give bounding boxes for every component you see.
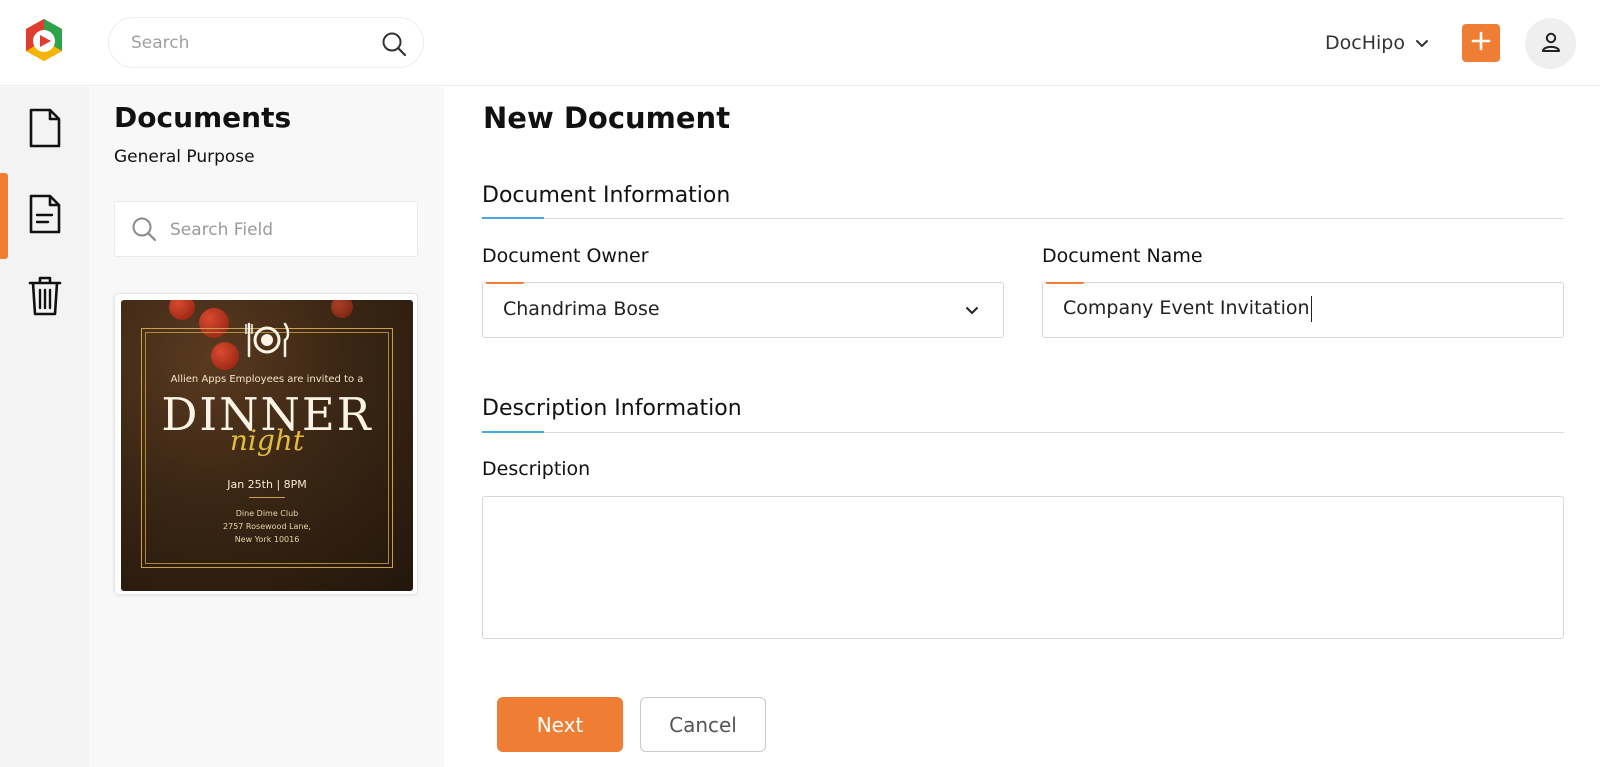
add-button[interactable] [1462, 24, 1500, 62]
search-icon[interactable] [381, 31, 407, 57]
field-search[interactable] [114, 201, 418, 257]
template-thumbnail: Allien Apps Employees are invited to a D… [121, 300, 413, 591]
document-owner-select[interactable]: Chandrima Bose [482, 282, 1004, 338]
left-rail [0, 87, 89, 767]
workspace-label: DocHipo [1325, 32, 1405, 54]
section-divider [482, 432, 1564, 433]
chevron-down-icon [965, 301, 979, 320]
avatar[interactable] [1525, 18, 1576, 69]
document-owner-label: Document Owner [482, 245, 649, 267]
panel-title: Documents [114, 101, 292, 134]
rail-item-new-document[interactable] [0, 87, 89, 173]
template-venue-line: 2757 Rosewood Lane, [223, 522, 311, 531]
next-button[interactable]: Next [497, 697, 623, 752]
documents-panel: Documents General Purpose Search Field A… [89, 87, 444, 767]
plus-icon [1471, 31, 1491, 55]
section-title-description-information: Description Information [482, 396, 742, 421]
search-icon [131, 216, 157, 246]
top-bar: DocHipo [0, 0, 1600, 86]
description-label: Description [482, 458, 591, 480]
document-name-value: Company Event Invitation [1063, 297, 1310, 319]
panel-subtitle: General Purpose [114, 147, 255, 167]
template-invite-line: Allien Apps Employees are invited to a [170, 374, 364, 385]
global-search[interactable] [108, 17, 424, 68]
template-venue-line: New York 10016 [234, 535, 300, 544]
trash-icon [27, 275, 63, 321]
section-title-document-information: Document Information [482, 183, 731, 208]
template-venue-line: Dine Dime Club [235, 509, 299, 518]
rail-item-documents[interactable] [0, 173, 89, 259]
template-card[interactable]: Allien Apps Employees are invited to a D… [114, 293, 418, 595]
template-script-word: night [229, 424, 305, 457]
document-name-label: Document Name [1042, 245, 1203, 267]
rail-item-trash[interactable] [0, 255, 89, 341]
user-icon [1540, 31, 1562, 57]
chevron-down-icon [1415, 34, 1429, 53]
text-caret [1311, 296, 1312, 322]
template-date: Jan 25th | 8PM [227, 478, 307, 491]
document-owner-value: Chandrima Bose [503, 298, 660, 320]
section-divider [482, 218, 1564, 219]
blank-document-icon [28, 107, 62, 153]
template-venue: Dine Dime Club 2757 Rosewood Lane, New Y… [121, 507, 413, 546]
document-name-field[interactable]: Company Event Invitation [1042, 282, 1564, 338]
text-document-icon [28, 193, 62, 239]
cancel-button[interactable]: Cancel [640, 697, 766, 752]
page-title: New Document [483, 101, 731, 135]
dochipo-logo-icon[interactable] [22, 17, 66, 63]
field-search-input[interactable] [170, 218, 400, 242]
description-textarea[interactable] [482, 496, 1564, 639]
plate-cutlery-icon [243, 320, 291, 364]
new-document-form: New Document Document Information Docume… [444, 87, 1600, 767]
global-search-input[interactable] [131, 31, 361, 55]
workspace-switcher[interactable]: DocHipo [1325, 30, 1429, 56]
